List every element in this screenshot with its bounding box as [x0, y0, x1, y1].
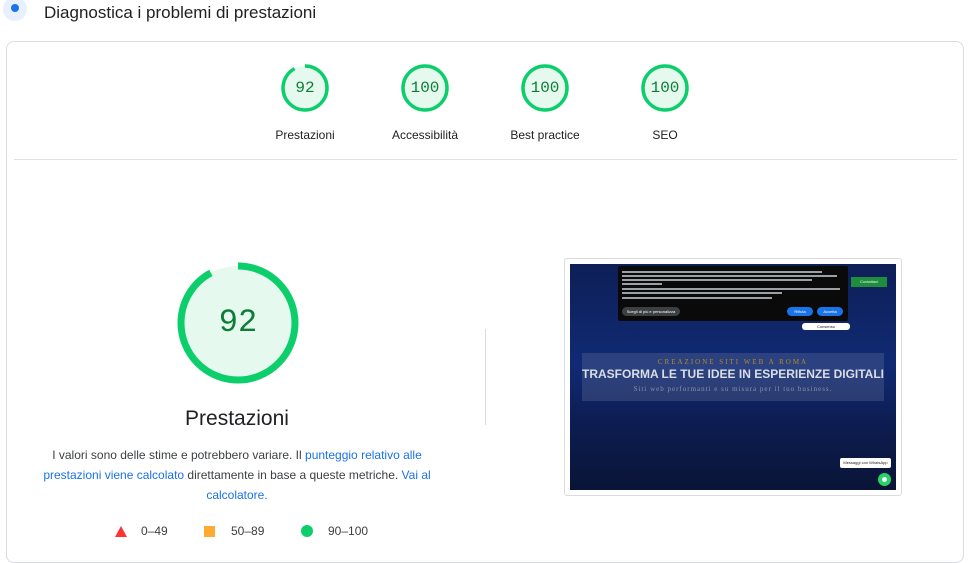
- performance-score: 92: [218, 304, 258, 341]
- text-line: [622, 275, 837, 277]
- circle-icon: [301, 525, 313, 537]
- cookie-banner: Scegli di più e personalizza Rifiuta Acc…: [618, 266, 848, 321]
- whatsapp-message-box: Messaggi con WhatsApp: [840, 458, 891, 468]
- section-header: Diagnostica i problemi di prestazioni: [0, 0, 972, 30]
- divider: [14, 159, 957, 160]
- description-text: direttamente in base a queste metriche.: [184, 468, 402, 482]
- triangle-icon: [115, 526, 127, 537]
- gauge-score: 100: [410, 79, 440, 97]
- page-title: Diagnostica i problemi di prestazioni: [44, 3, 317, 22]
- gauge-accessibilita[interactable]: 100: [401, 64, 449, 112]
- vertical-divider: [485, 329, 486, 425]
- cookie-customize-button: Scegli di più e personalizza: [622, 307, 680, 316]
- page-screenshot[interactable]: Scegli di più e personalizza Rifiuta Acc…: [564, 258, 902, 496]
- text-line: [622, 292, 782, 294]
- lighthouse-icon: [3, 0, 27, 21]
- description-text: I valori sono delle stime e potrebbero v…: [52, 448, 306, 462]
- consent-pill: Consenso: [802, 323, 850, 330]
- gauge-label: Prestazioni: [275, 128, 335, 142]
- text-line: [622, 271, 822, 273]
- screenshot-image: Scegli di più e personalizza Rifiuta Acc…: [570, 264, 896, 490]
- hero-kicker: CREAZIONE SITI WEB A ROMA: [657, 358, 809, 366]
- hero-title: TRASFORMA LE TUE IDEE IN ESPERIENZE DIGI…: [581, 367, 884, 381]
- cookie-refuse-button: Rifiuta: [787, 307, 813, 316]
- gauge-label: Best practice: [510, 128, 580, 142]
- performance-description: I valori sono delle stime e potrebbero v…: [37, 445, 437, 505]
- text-line: [622, 297, 772, 299]
- gauge-best-practice[interactable]: 100: [521, 64, 569, 112]
- gauge-label: Accessibilità: [391, 128, 459, 142]
- performance-title: Prestazioni: [185, 407, 289, 430]
- text-line: [622, 279, 812, 281]
- text-line: [622, 283, 662, 285]
- performance-gauge: 92: [176, 261, 300, 385]
- cookie-accept-button: Accetta: [817, 307, 843, 316]
- hero-subtitle: Siti web performanti e su misura per il …: [633, 385, 833, 393]
- square-icon: [204, 526, 215, 537]
- gauge-prestazioni[interactable]: 92: [281, 64, 329, 112]
- whatsapp-icon: [878, 473, 891, 486]
- gauge-score: 100: [530, 79, 560, 97]
- report-card: 92 Prestazioni 100 Accessibilità 100 Bes…: [6, 41, 964, 563]
- legend-range: 0–49: [141, 524, 168, 538]
- legend-range: 50–89: [231, 524, 265, 538]
- gauge-score: 92: [295, 79, 315, 97]
- gauge-seo[interactable]: 100: [641, 64, 689, 112]
- contact-button: Contattaci: [851, 277, 887, 287]
- gauge-label: SEO: [652, 128, 678, 142]
- text-line: [622, 288, 840, 290]
- category-summary: 92 Prestazioni 100 Accessibilità 100 Bes…: [7, 42, 963, 160]
- gauge-score: 100: [650, 79, 680, 97]
- legend-range: 90–100: [328, 524, 369, 538]
